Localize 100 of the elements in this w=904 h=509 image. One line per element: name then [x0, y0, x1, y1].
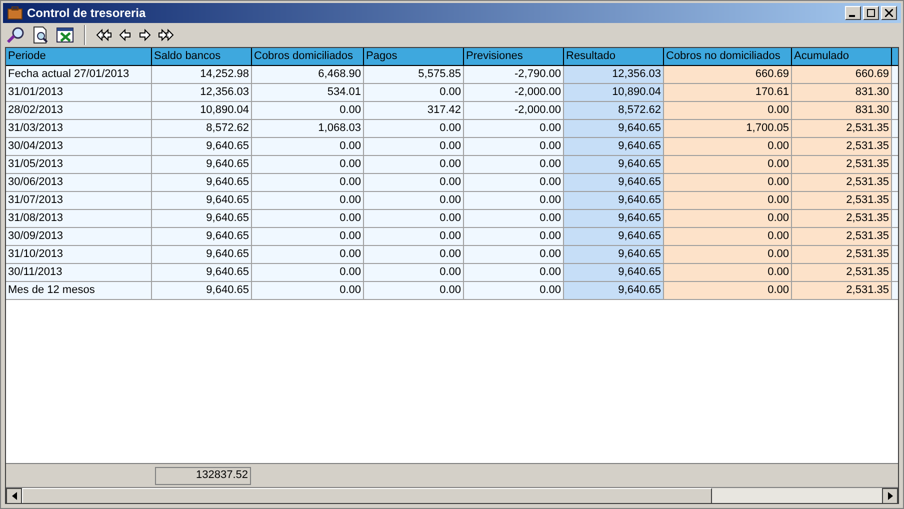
- table-cell: 2,531.35: [792, 138, 892, 156]
- minimize-button[interactable]: [845, 6, 861, 20]
- total-field: 132837.52: [155, 466, 251, 484]
- table-cell: 0.00: [364, 156, 464, 174]
- table-cell: 2,531.35: [792, 228, 892, 246]
- maximize-button[interactable]: [863, 6, 879, 20]
- table-cell: 9,640.65: [564, 174, 664, 192]
- column-header[interactable]: Cobros domiciliados: [252, 48, 364, 66]
- arrow-left-icon[interactable]: [118, 28, 132, 42]
- table-cell: 9,640.65: [564, 246, 664, 264]
- column-header[interactable]: Cobros no domiciliados: [664, 48, 792, 66]
- table-cell: 9,640.65: [152, 282, 252, 300]
- maximize-icon: [867, 9, 875, 17]
- table-cell: -2,000.00: [464, 102, 564, 120]
- close-icon: [885, 9, 893, 17]
- table-cell: 0.00: [252, 138, 364, 156]
- table-cell: 831.30: [792, 102, 892, 120]
- table-cell: 831.30: [792, 84, 892, 102]
- double-arrow-right-icon[interactable]: [158, 28, 174, 42]
- toolbar-separator: [84, 25, 86, 45]
- table-cell: 0.00: [664, 264, 792, 282]
- table-cell: 31/01/2013: [6, 84, 152, 102]
- window-title: Control de tresoreria: [27, 5, 146, 22]
- horizontal-scrollbar[interactable]: [6, 487, 898, 503]
- table-cell: 31/07/2013: [6, 192, 152, 210]
- table-cell: 10,890.04: [152, 102, 252, 120]
- table-cell: 0.00: [252, 228, 364, 246]
- table-cell: 0.00: [664, 246, 792, 264]
- table-cell: 31/10/2013: [6, 246, 152, 264]
- table-cell: 0.00: [252, 174, 364, 192]
- table-cell: 0.00: [252, 192, 364, 210]
- table-cell: 0.00: [364, 192, 464, 210]
- table-cell: 9,640.65: [152, 228, 252, 246]
- table-cell: 0.00: [252, 264, 364, 282]
- table-cell: 0.00: [364, 264, 464, 282]
- table-cell: 0.00: [464, 210, 564, 228]
- table-cell: Fecha actual 27/01/2013: [6, 66, 152, 84]
- table-cell: 170.61: [664, 84, 792, 102]
- table-cell: 30/09/2013: [6, 228, 152, 246]
- table-cell: 0.00: [464, 138, 564, 156]
- table-cell: 2,531.35: [792, 282, 892, 300]
- arrow-right-icon[interactable]: [138, 28, 152, 42]
- scroll-right-button[interactable]: [882, 488, 898, 503]
- table-cell: 0.00: [252, 156, 364, 174]
- column-header[interactable]: Periode: [6, 48, 152, 66]
- search-icon[interactable]: [6, 26, 26, 44]
- table-cell: 9,640.65: [564, 282, 664, 300]
- table-cell: 0.00: [252, 210, 364, 228]
- scroll-thumb[interactable]: [22, 488, 712, 503]
- table-cell: 0.00: [664, 174, 792, 192]
- left-triangle-icon: [12, 492, 16, 500]
- double-arrow-left-icon[interactable]: [96, 28, 112, 42]
- table-cell: 0.00: [664, 282, 792, 300]
- print-preview-icon[interactable]: [32, 26, 50, 44]
- table-cell: 9,640.65: [152, 246, 252, 264]
- table-cell: 0.00: [664, 138, 792, 156]
- table-cell: 9,640.65: [152, 192, 252, 210]
- table-cell: 6,468.90: [252, 66, 364, 84]
- table-cell: 28/02/2013: [6, 102, 152, 120]
- table-cell: 10,890.04: [564, 84, 664, 102]
- right-triangle-icon: [888, 492, 892, 500]
- column-header[interactable]: Previsiones: [464, 48, 564, 66]
- table-cell: 12,356.03: [564, 66, 664, 84]
- column-header[interactable]: Saldo bancos: [152, 48, 252, 66]
- table-cell: 2,531.35: [792, 156, 892, 174]
- close-button[interactable]: [881, 6, 897, 20]
- table-cell: 0.00: [364, 228, 464, 246]
- table-cell: 0.00: [364, 282, 464, 300]
- table-cell: 0.00: [252, 102, 364, 120]
- table-cell: 9,640.65: [564, 192, 664, 210]
- table-cell: 0.00: [364, 174, 464, 192]
- table-cell: 9,640.65: [152, 156, 252, 174]
- table-cell: 9,640.65: [152, 210, 252, 228]
- table-cell: 2,531.35: [792, 120, 892, 138]
- table-cell: 0.00: [252, 282, 364, 300]
- table-cell: 5,575.85: [364, 66, 464, 84]
- table-cell: 14,252.98: [152, 66, 252, 84]
- column-header[interactable]: Resultado: [564, 48, 664, 66]
- table-cell: 0.00: [464, 246, 564, 264]
- table-cell: 1,068.03: [252, 120, 364, 138]
- spreadsheet-icon[interactable]: [56, 26, 74, 44]
- table-cell: 2,531.35: [792, 192, 892, 210]
- table-cell: 2,531.35: [792, 174, 892, 192]
- column-header[interactable]: Pagos: [364, 48, 464, 66]
- table-cell: 9,640.65: [564, 228, 664, 246]
- table-cell: 8,572.62: [152, 120, 252, 138]
- table-cell: 12,356.03: [152, 84, 252, 102]
- table-cell: 30/11/2013: [6, 264, 152, 282]
- table-cell: 0.00: [364, 210, 464, 228]
- table-cell: 0.00: [464, 228, 564, 246]
- table-cell: 31/05/2013: [6, 156, 152, 174]
- table-cell: 0.00: [664, 156, 792, 174]
- column-header[interactable]: Acumulado: [792, 48, 892, 66]
- table-cell: -2,790.00: [464, 66, 564, 84]
- table-cell: 9,640.65: [564, 156, 664, 174]
- table-cell: 2,531.35: [792, 246, 892, 264]
- table-cell: 0.00: [664, 210, 792, 228]
- table-cell: 0.00: [464, 156, 564, 174]
- scroll-left-button[interactable]: [6, 488, 22, 503]
- table-cell: 0.00: [464, 174, 564, 192]
